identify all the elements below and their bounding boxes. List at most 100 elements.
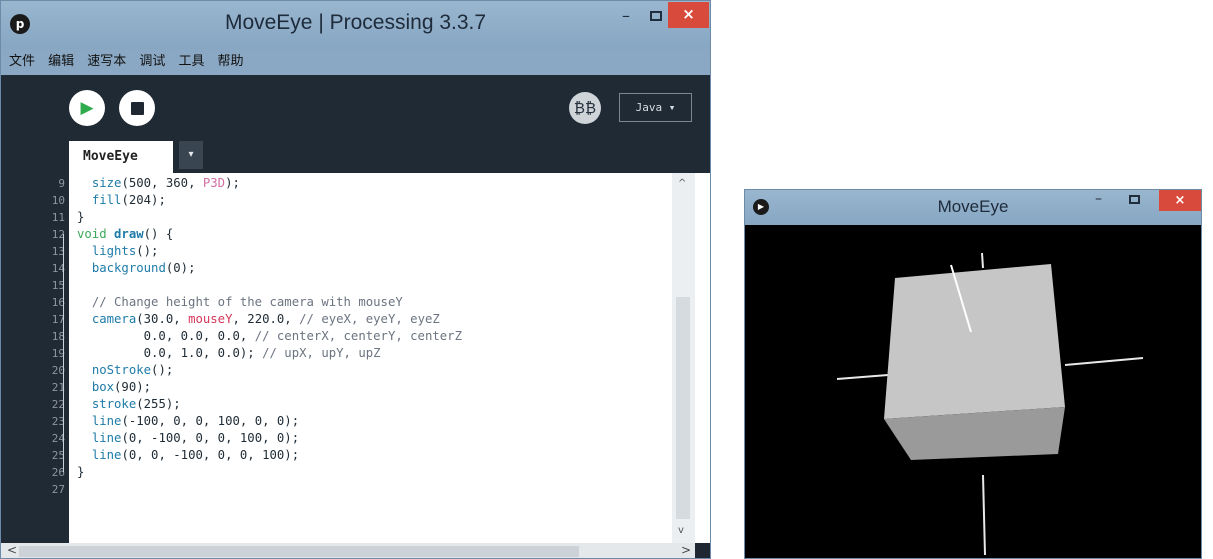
vertical-scrollbar[interactable]: ^ v (672, 173, 695, 543)
code-line[interactable]: line(-100, 0, 0, 100, 0, 0); (77, 413, 677, 430)
vertical-scroll-thumb[interactable] (676, 297, 690, 519)
menu-tools[interactable]: 工具 (178, 49, 204, 75)
sketch-canvas (745, 225, 1201, 558)
run-button[interactable]: ▶ (69, 90, 105, 126)
line-number: 11 (51, 211, 65, 224)
code-line[interactable]: line(0, -100, 0, 0, 100, 0); (77, 430, 677, 447)
code-line[interactable]: size(500, 360, P3D); (77, 175, 677, 192)
sketch-maximize-button[interactable] (1129, 195, 1140, 204)
fold-guide (63, 234, 69, 472)
line-number: 15 (51, 279, 65, 292)
tab-menu-button[interactable]: ▾ (179, 141, 203, 169)
sketch-titlebar[interactable]: ▶ MoveEye – × (745, 190, 1201, 225)
menu-help[interactable]: 帮助 (218, 49, 244, 75)
line-number: 19 (51, 347, 65, 360)
maximize-icon (650, 11, 662, 21)
code-token: P3D (202, 176, 226, 190)
code-token: background (91, 261, 166, 275)
ide-titlebar[interactable]: p MoveEye | Processing 3.3.7 – × (1, 1, 710, 49)
sketch-close-button[interactable]: × (1159, 190, 1201, 211)
code-line[interactable]: 0.0, 1.0, 0.0); // upX, upY, upZ (77, 345, 677, 362)
code-token: (); (136, 244, 159, 258)
menu-sketch[interactable]: 速写本 (87, 49, 126, 75)
line-number: 20 (51, 364, 65, 377)
code-line[interactable] (77, 277, 677, 294)
mode-selector[interactable]: Java ▾ (619, 93, 692, 122)
code-token: (90); (114, 380, 152, 394)
code-token: fill (91, 193, 122, 207)
scroll-left-icon[interactable]: < (7, 543, 17, 557)
code-token: lights (91, 244, 137, 258)
code-token: size (91, 176, 122, 190)
code-line[interactable]: 0.0, 0.0, 0.0, // centerX, centerY, cent… (77, 328, 677, 345)
line-number: 14 (51, 262, 65, 275)
code-line[interactable]: } (77, 209, 677, 226)
tab-moveeye[interactable]: MoveEye (69, 141, 173, 173)
menu-debug[interactable]: 调试 (139, 49, 165, 75)
close-button[interactable]: × (668, 2, 709, 28)
code-token: , 220.0, (232, 312, 300, 326)
code-line[interactable]: background(0); (77, 260, 677, 277)
debug-button[interactable]: ₿₿ (569, 92, 601, 124)
code-token: 0.0, 0.0, 0.0, (77, 329, 255, 343)
code-line[interactable]: stroke(255); (77, 396, 677, 413)
code-line[interactable] (77, 481, 677, 498)
horizontal-scrollbar[interactable]: < > (1, 543, 695, 558)
code-token: draw (114, 227, 144, 241)
code-line[interactable]: void draw() { (77, 226, 677, 243)
stop-button[interactable] (119, 90, 155, 126)
code-token: void (77, 227, 107, 241)
code-token: // centerX, centerY, centerZ (254, 329, 462, 343)
line-number: 23 (51, 415, 65, 428)
code-text[interactable]: size(500, 360, P3D); fill(204);} void dra… (77, 175, 677, 498)
code-token: (0, 0, -100, 0, 0, 100); (121, 448, 300, 462)
code-line[interactable]: camera(30.0, mouseY, 220.0, // eyeX, eye… (77, 311, 677, 328)
code-line[interactable]: // Change height of the camera with mous… (77, 294, 677, 311)
sketch-minimize-button[interactable]: – (1095, 191, 1102, 207)
scroll-down-icon[interactable]: v (678, 525, 684, 536)
maximize-button[interactable] (644, 4, 668, 30)
code-token: line (91, 448, 122, 462)
code-token: // upX, upY, upZ (262, 346, 381, 360)
code-editor[interactable]: 9 10 11 12 13 14 15 16 17 18 19 20 21 22 23 24 25 26 27 si… (1, 173, 710, 543)
code-token: // eyeX, eyeY, eyeZ (299, 312, 440, 326)
minimize-button[interactable]: – (613, 4, 639, 30)
code-token: } (77, 210, 85, 224)
code-line[interactable]: noStroke(); (77, 362, 677, 379)
code-token: (0, -100, 0, 0, 100, 0); (121, 431, 300, 445)
menu-file[interactable]: 文件 (9, 49, 35, 75)
code-token: stroke (91, 397, 137, 411)
code-line[interactable]: line(0, 0, -100, 0, 0, 100); (77, 447, 677, 464)
scroll-up-icon[interactable]: ^ (678, 178, 686, 189)
menu-bar: 文件 编辑 速写本 调试 工具 帮助 (1, 49, 710, 75)
code-line[interactable]: lights(); (77, 243, 677, 260)
code-token: // Change height of the camera with mous… (91, 295, 403, 309)
horizontal-scroll-thumb[interactable] (19, 546, 579, 557)
code-line[interactable]: } (77, 464, 677, 481)
line-number: 24 (51, 432, 65, 445)
code-token: } (77, 465, 85, 479)
code-token: (); (151, 363, 174, 377)
code-token: (255); (136, 397, 181, 411)
line-number: 27 (51, 483, 65, 496)
code-token: (500, 360, (121, 176, 203, 190)
code-token: (30.0, (136, 312, 189, 326)
menu-edit[interactable]: 编辑 (48, 49, 74, 75)
scroll-right-icon[interactable]: > (681, 543, 691, 557)
code-line[interactable]: fill(204); (77, 192, 677, 209)
code-token: (0); (165, 261, 196, 275)
code-line[interactable]: box(90); (77, 379, 677, 396)
line-number: 26 (51, 466, 65, 479)
